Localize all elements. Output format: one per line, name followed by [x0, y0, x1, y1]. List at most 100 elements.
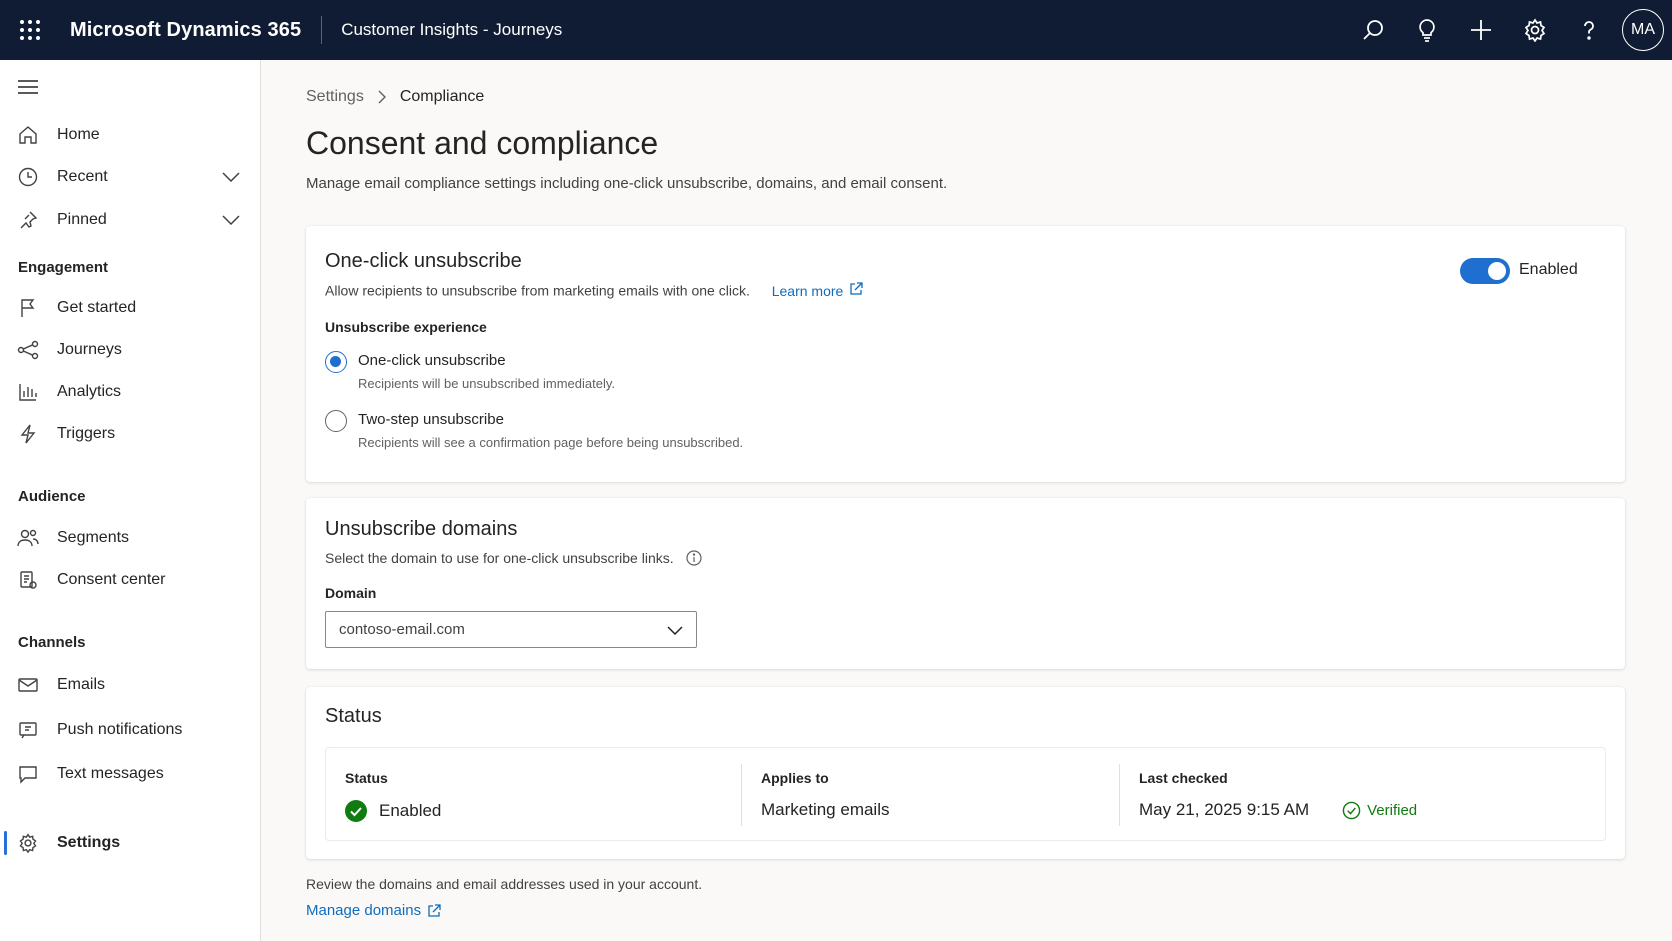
search-icon[interactable]: [1346, 0, 1400, 60]
status-summary: Status Enabled Applies to Marketing emai…: [325, 747, 1606, 841]
sidebar-item-label: Emails: [57, 676, 106, 693]
app-launcher-icon[interactable]: [0, 0, 60, 60]
avatar[interactable]: MA: [1622, 9, 1664, 51]
mail-icon: [16, 673, 40, 697]
toggle-label: Enabled: [1519, 261, 1578, 278]
chevron-down-icon[interactable]: [220, 209, 242, 231]
chevron-down-icon[interactable]: [220, 166, 242, 188]
help-icon[interactable]: [1562, 0, 1616, 60]
status-header: Status: [345, 770, 388, 786]
page-description: Manage email compliance settings includi…: [306, 175, 948, 192]
applies-header: Applies to: [761, 770, 829, 786]
lightning-icon: [16, 422, 40, 446]
pin-icon: [16, 208, 40, 232]
radio-one-click[interactable]: One-click unsubscribe Recipients will be…: [325, 351, 925, 401]
sidebar-item-label: Triggers: [57, 425, 116, 442]
last-checked-text: May 21, 2025 9:15 AM: [1139, 800, 1310, 819]
top-bar: Microsoft Dynamics 365 Customer Insights…: [0, 0, 1672, 60]
check-circle-outline-icon: [1342, 801, 1361, 820]
card-title: Status: [325, 705, 382, 727]
module-title[interactable]: Customer Insights - Journeys: [341, 20, 562, 40]
domain-label: Domain: [325, 585, 377, 601]
unsubscribe-experience-label: Unsubscribe experience: [325, 319, 487, 335]
consent-icon: [16, 568, 40, 592]
info-icon[interactable]: [686, 550, 702, 566]
card-description: Allow recipients to unsubscribe from mar…: [325, 282, 863, 299]
sidebar-item-triggers[interactable]: Triggers: [0, 414, 260, 454]
sidebar: Home Recent Pinned Engagement Get starte…: [0, 60, 261, 941]
card-title: One-click unsubscribe: [325, 250, 522, 272]
sidebar-item-label: Push notifications: [57, 721, 183, 738]
sidebar-item-label: Home: [57, 126, 100, 143]
app-title[interactable]: Microsoft Dynamics 365: [70, 19, 301, 42]
sidebar-item-label: Text messages: [57, 765, 164, 782]
domain-select-value: contoso-email.com: [339, 621, 465, 638]
sidebar-item-label: Get started: [57, 299, 137, 316]
status-value: Enabled: [345, 800, 441, 822]
chevron-down-icon: [664, 619, 686, 641]
sidebar-item-get-started[interactable]: Get started: [0, 288, 260, 328]
home-icon: [16, 123, 40, 147]
section-engagement: Engagement: [18, 259, 109, 276]
last-checked-value: May 21, 2025 9:15 AM Verified: [1139, 800, 1417, 820]
learn-more-label: Learn more: [771, 282, 844, 299]
sidebar-item-journeys[interactable]: Journeys: [0, 330, 260, 370]
card-title: Unsubscribe domains: [325, 518, 518, 540]
main-content: Settings Compliance Consent and complian…: [262, 60, 1672, 941]
radio-label: One-click unsubscribe: [358, 352, 506, 369]
sidebar-item-home[interactable]: Home: [0, 115, 260, 155]
verified-badge: Verified: [1342, 801, 1417, 820]
sidebar-item-push-notifications[interactable]: Push notifications: [0, 710, 260, 750]
domain-select[interactable]: contoso-email.com: [325, 611, 697, 648]
journey-icon: [16, 338, 40, 362]
sidebar-item-label: Consent center: [57, 571, 166, 588]
breadcrumb-current: Compliance: [399, 88, 485, 105]
radio-button[interactable]: [325, 410, 347, 432]
external-link-icon: [427, 903, 441, 918]
status-card: Status Status Enabled Applies to Marketi…: [306, 687, 1625, 859]
learn-more-link[interactable]: Learn more: [772, 282, 864, 299]
breadcrumb: Settings Compliance: [306, 88, 484, 106]
sidebar-item-recent[interactable]: Recent: [0, 157, 260, 197]
sidebar-item-emails[interactable]: Emails: [0, 665, 260, 705]
lightbulb-icon[interactable]: [1400, 0, 1454, 60]
push-icon: [16, 718, 40, 742]
check-circle-icon: [345, 800, 367, 822]
radio-label: Two-step unsubscribe: [358, 411, 504, 428]
radio-two-step[interactable]: Two-step unsubscribe Recipients will see…: [325, 410, 925, 460]
sidebar-item-consent-center[interactable]: Consent center: [0, 560, 260, 600]
last-checked-header: Last checked: [1139, 770, 1228, 786]
manage-domains-link[interactable]: Manage domains: [306, 902, 441, 919]
sidebar-item-label: Settings: [57, 834, 121, 851]
sidebar-item-text-messages[interactable]: Text messages: [0, 754, 260, 794]
plus-icon[interactable]: [1454, 0, 1508, 60]
toggle-knob: [1488, 262, 1506, 280]
title-divider: [321, 16, 323, 44]
sidebar-item-label: Recent: [57, 168, 108, 185]
sidebar-item-segments[interactable]: Segments: [0, 518, 260, 558]
breadcrumb-settings-link[interactable]: Settings: [306, 88, 364, 106]
section-audience: Audience: [18, 488, 86, 505]
domains-card: Unsubscribe domains Select the domain to…: [306, 498, 1625, 669]
sidebar-item-settings[interactable]: Settings: [0, 821, 260, 865]
sidebar-item-analytics[interactable]: Analytics: [0, 372, 260, 412]
applies-value: Marketing emails: [761, 800, 890, 819]
radio-button-checked[interactable]: [325, 351, 347, 373]
analytics-icon: [16, 380, 40, 404]
hamburger-menu-icon[interactable]: [16, 76, 40, 98]
flag-icon: [16, 296, 40, 320]
last-checked-column: Last checked May 21, 2025 9:15 AM Verifi…: [1120, 748, 1606, 842]
domains-description-text: Select the domain to use for one-click u…: [325, 550, 674, 566]
domains-description: Select the domain to use for one-click u…: [325, 550, 702, 566]
clock-icon: [16, 165, 40, 189]
sidebar-item-label: Journeys: [57, 341, 122, 358]
settings-icon: [16, 831, 40, 855]
sidebar-item-label: Pinned: [57, 211, 107, 228]
sidebar-item-label: Analytics: [57, 383, 122, 400]
sidebar-item-pinned[interactable]: Pinned: [0, 200, 260, 240]
settings-icon[interactable]: [1508, 0, 1562, 60]
external-link-icon: [849, 282, 863, 299]
section-channels: Channels: [18, 634, 86, 651]
unsubscribe-description: Allow recipients to unsubscribe from mar…: [325, 282, 750, 299]
unsubscribe-toggle[interactable]: [1460, 258, 1510, 284]
